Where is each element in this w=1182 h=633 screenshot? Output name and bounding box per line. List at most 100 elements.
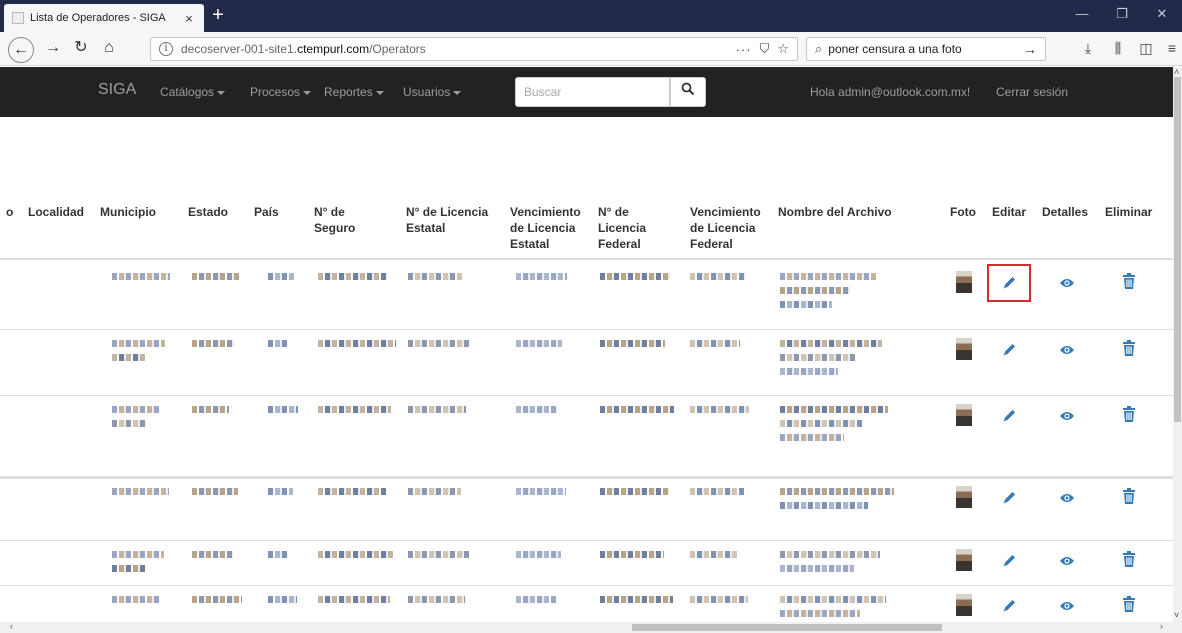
pencil-icon[interactable] [1001, 490, 1017, 506]
censored-text [780, 354, 856, 361]
caret-down-icon [453, 90, 462, 95]
browser-tab[interactable]: Lista de Operadores - SIGA × [4, 4, 204, 32]
operator-photo[interactable] [956, 549, 972, 571]
operator-photo[interactable] [956, 594, 972, 616]
tab-title: Lista de Operadores - SIGA [30, 12, 166, 24]
menu-reportes[interactable]: Reportes [324, 85, 384, 99]
menu-catalogos[interactable]: Catálogos [160, 85, 226, 99]
operator-photo[interactable] [956, 486, 972, 508]
censored-text [780, 273, 876, 280]
row-divider [0, 585, 1173, 586]
censored-text [112, 551, 164, 558]
censored-text [192, 596, 242, 603]
censored-text [112, 354, 146, 361]
censored-text [112, 340, 165, 347]
trash-icon[interactable] [1122, 551, 1136, 567]
site-info-icon[interactable]: i [159, 42, 173, 56]
eye-icon[interactable] [1059, 344, 1075, 356]
tab-close-icon[interactable]: × [182, 11, 196, 26]
censored-text [408, 340, 471, 347]
col-header-estado: Estado [188, 205, 229, 219]
censored-text [516, 340, 562, 347]
forward-arrow-icon[interactable]: → [42, 38, 64, 60]
censored-text [192, 273, 239, 280]
search-go-arrow-icon[interactable]: → [1023, 41, 1037, 57]
col-header-truncated: o [6, 205, 14, 219]
back-arrow-icon[interactable]: ← [8, 37, 34, 63]
page-icon [12, 12, 24, 24]
menu-procesos[interactable]: Procesos [250, 85, 312, 99]
trash-icon[interactable] [1122, 340, 1136, 356]
censored-text [268, 406, 298, 413]
col-header-seguro: N° de Seguro [314, 205, 356, 235]
site-search-input[interactable]: Buscar [515, 77, 670, 107]
censored-text [780, 610, 860, 617]
scroll-up-icon[interactable]: ˄ [1174, 67, 1179, 77]
eye-icon[interactable] [1059, 492, 1075, 504]
censored-text [192, 340, 234, 347]
scroll-down-icon[interactable]: ˅ [1174, 610, 1179, 620]
censored-text [268, 596, 297, 603]
new-tab-button[interactable]: + [206, 4, 230, 28]
col-header-nombre-archivo: Nombre del Archivo [778, 205, 892, 219]
url-bar[interactable]: i decoserver-001-site1.ctempurl.com/Oper… [150, 37, 798, 61]
pocket-icon[interactable]: ⛉ [760, 41, 770, 57]
col-header-pais: País [254, 205, 279, 219]
censored-text [690, 596, 748, 603]
minimize-icon[interactable]: — [1062, 6, 1102, 21]
scroll-left-icon[interactable]: ‹ [10, 621, 13, 631]
censored-text [780, 368, 838, 375]
eye-icon[interactable] [1059, 600, 1075, 612]
pencil-icon[interactable] [1001, 408, 1017, 424]
brand-logo[interactable]: SIGA [98, 81, 136, 99]
caret-down-icon [303, 90, 312, 95]
operator-photo[interactable] [956, 271, 972, 293]
censored-text [112, 406, 160, 413]
censored-text [192, 406, 229, 413]
operator-photo[interactable] [956, 338, 972, 360]
censored-text [780, 287, 850, 294]
close-window-icon[interactable]: ✕ [1142, 6, 1182, 22]
user-greeting[interactable]: Hola admin@outlook.com.mx! [810, 85, 970, 99]
vertical-scrollbar[interactable]: ˄ ˅ [1173, 67, 1182, 622]
logout-link[interactable]: Cerrar sesión [996, 85, 1068, 99]
library-icon[interactable]: ⫼ [1108, 40, 1128, 57]
pencil-icon[interactable] [1001, 342, 1017, 358]
censored-text [780, 565, 854, 572]
trash-icon[interactable] [1122, 488, 1136, 504]
browser-navbar: ← → ↻ ⌂ i decoserver-001-site1.ctempurl.… [0, 32, 1182, 66]
censored-text [600, 596, 673, 603]
censored-text [408, 551, 470, 558]
menu-usuarios[interactable]: Usuarios [403, 85, 462, 99]
reload-icon[interactable]: ↻ [70, 38, 92, 60]
censored-text [112, 420, 146, 427]
pencil-icon[interactable] [1001, 553, 1017, 569]
censored-text [780, 434, 844, 441]
search-query: poner censura a una foto [828, 42, 962, 56]
eye-icon[interactable] [1059, 410, 1075, 422]
eye-icon[interactable] [1059, 555, 1075, 567]
censored-text [690, 340, 740, 347]
bookmark-star-icon[interactable]: ☆ [777, 41, 789, 57]
horizontal-scroll-thumb[interactable] [632, 624, 942, 631]
operator-photo[interactable] [956, 404, 972, 426]
col-header-venc-licencia-federal: Vencimiento de Licencia Federal [690, 205, 761, 251]
scroll-right-icon[interactable]: › [1160, 621, 1163, 631]
censored-text [112, 488, 169, 495]
sidebar-icon[interactable]: ◫ [1136, 40, 1156, 57]
home-icon[interactable]: ⌂ [98, 38, 120, 60]
eye-icon[interactable] [1059, 277, 1075, 289]
trash-icon[interactable] [1122, 596, 1136, 612]
page-actions-icon[interactable]: ··· [736, 42, 752, 57]
maximize-icon[interactable]: ❐ [1102, 6, 1142, 22]
trash-icon[interactable] [1122, 273, 1136, 289]
vertical-scroll-thumb[interactable] [1174, 77, 1181, 422]
download-icon[interactable]: ⤓ [1078, 40, 1098, 57]
horizontal-scrollbar[interactable]: ‹ › [0, 621, 1182, 633]
site-search-button[interactable] [670, 77, 706, 107]
browser-search-bar[interactable]: ⌕ poner censura a una foto → [806, 37, 1046, 61]
trash-icon[interactable] [1122, 406, 1136, 422]
menu-hamburger-icon[interactable]: ≡ [1162, 40, 1182, 56]
pencil-icon[interactable] [1001, 598, 1017, 614]
col-header-foto: Foto [950, 205, 976, 219]
